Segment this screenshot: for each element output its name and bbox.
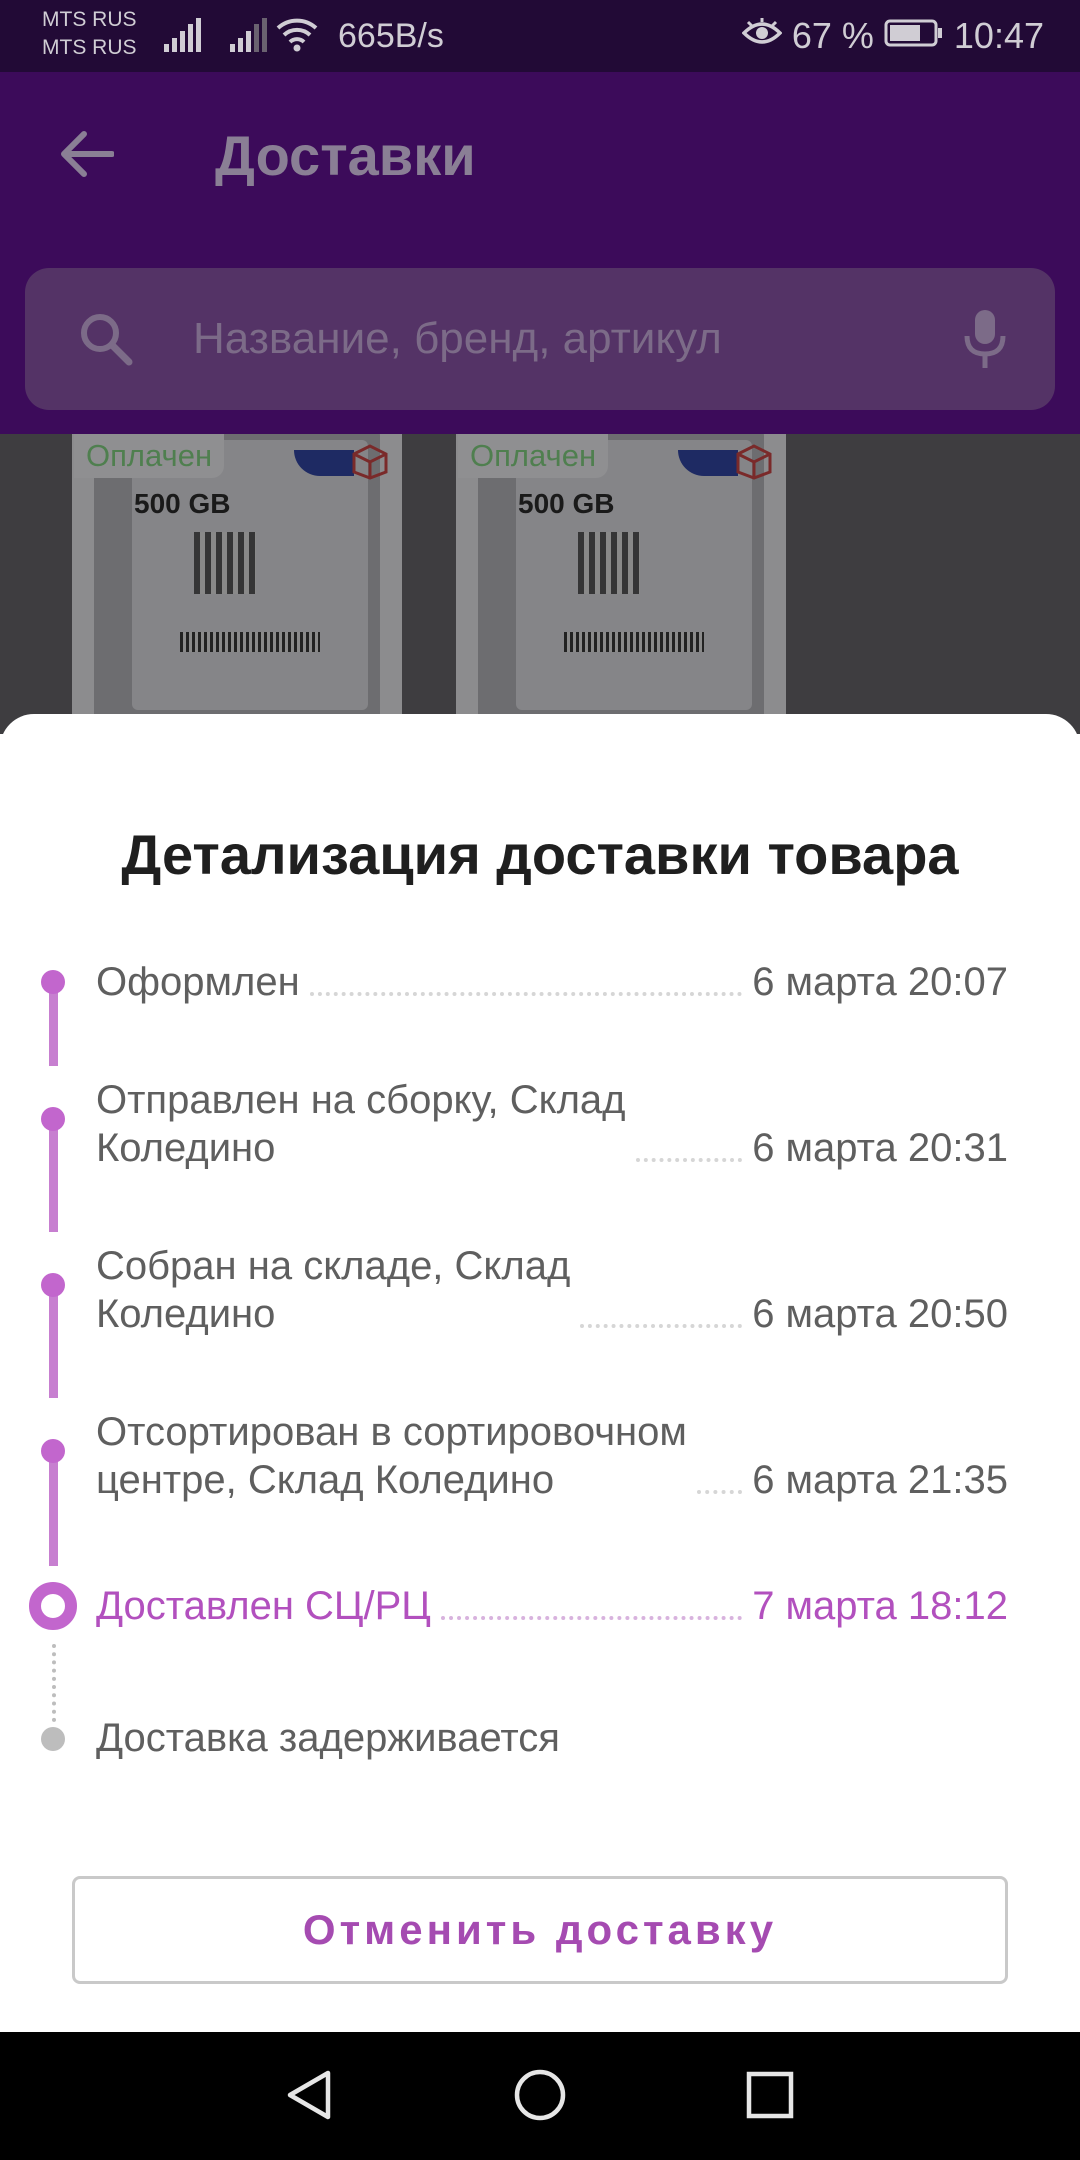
step-label: Собран на складе, Склад Коледино — [96, 1244, 571, 1336]
page-title: Доставки — [215, 124, 476, 187]
system-nav-bar — [0, 2032, 1080, 2160]
search-input[interactable]: Название, бренд, артикул — [25, 268, 1055, 410]
timeline-step-pending: Доставка задерживается — [96, 1714, 1008, 1762]
sheet-title: Детализация доставки товара — [121, 823, 959, 886]
timeline-connector — [49, 1452, 58, 1566]
timeline-dot-current — [29, 1582, 77, 1630]
step-label: Оформлен — [96, 960, 300, 1004]
carrier-labels: MTS RUS MTS RUS — [42, 6, 137, 62]
step-time: 6 марта 20:50 — [752, 1292, 1008, 1336]
timeline-connector-pending — [52, 1644, 56, 1722]
arrow-left-icon — [58, 130, 115, 183]
step-time: 6 марта 20:31 — [752, 1126, 1008, 1170]
package-icon — [348, 440, 392, 485]
delivery-details-sheet: Детализация доставки товара Оформлен 6 м… — [0, 714, 1080, 2032]
timeline-dot-pending — [41, 1727, 65, 1751]
product-capacity: 500 GB — [134, 488, 231, 519]
wifi-icon — [276, 16, 318, 52]
status-badge: Оплачен — [74, 434, 225, 478]
recents-square-icon — [745, 2070, 795, 2125]
timeline-connector — [49, 1120, 58, 1232]
clock: 10:47 — [953, 15, 1044, 56]
network-speed: 665B/s — [338, 17, 444, 55]
battery-percent: 67 % — [791, 15, 874, 56]
step-label: Доставлен СЦ/РЦ — [96, 1584, 431, 1628]
timeline-step: Отсортирован в сортировочном центре, Скл… — [96, 1408, 1008, 1504]
product-card[interactable]: 500 GB Оплачен — [456, 434, 786, 734]
home-circle-icon — [513, 2068, 567, 2127]
nav-recents-button[interactable] — [735, 2062, 805, 2132]
signal-icon-2 — [230, 18, 270, 52]
step-time: 7 марта 18:12 — [752, 1584, 1008, 1628]
microphone-icon[interactable] — [963, 308, 1007, 375]
product-capacity: 500 GB — [518, 488, 615, 519]
app-header: Доставки Название, бренд, артикул — [0, 72, 1080, 434]
status-badge: Оплачен — [458, 434, 609, 478]
step-label: Доставка задерживается — [96, 1716, 560, 1760]
timeline-step: Собран на складе, Склад Коледино 6 марта… — [96, 1242, 1008, 1338]
timeline-step-current: Доставлен СЦ/РЦ 7 марта 18:12 — [96, 1582, 1008, 1630]
search-placeholder: Название, бренд, артикул — [193, 314, 722, 363]
product-card[interactable]: 500 GB Оплачен — [72, 434, 402, 734]
timeline-dot — [41, 1439, 65, 1463]
timeline-dot — [41, 1107, 65, 1131]
product-image: 500 GB — [478, 434, 764, 734]
product-image: 500 GB — [94, 434, 380, 734]
status-bar: MTS RUS MTS RUS 665B/s 67 % 10:47 — [0, 0, 1080, 72]
step-label: Отправлен на сборку, Склад Коледино — [96, 1078, 626, 1170]
package-icon — [732, 440, 776, 485]
nav-back-button[interactable] — [274, 2062, 344, 2132]
timeline-step: Оформлен 6 марта 20:07 — [96, 958, 1008, 1006]
step-time: 6 марта 21:35 — [752, 1458, 1008, 1502]
carrier-1: MTS RUS — [42, 8, 137, 31]
battery-icon — [884, 15, 944, 57]
orders-list: 500 GB Оплачен 500 GB Оплачен — [0, 434, 1080, 734]
step-label: Отсортирован в сортировочном центре, Скл… — [96, 1410, 687, 1502]
timeline-step: Отправлен на сборку, Склад Коледино 6 ма… — [96, 1076, 1008, 1172]
cancel-delivery-button[interactable]: Отменить доставку — [72, 1876, 1008, 1984]
nav-home-button[interactable] — [505, 2062, 575, 2132]
timeline-dot — [41, 1273, 65, 1297]
back-triangle-icon — [284, 2069, 334, 2126]
timeline-dot — [41, 970, 65, 994]
eye-comfort-icon — [741, 15, 783, 57]
timeline-connector — [49, 1286, 58, 1398]
back-button[interactable] — [54, 124, 118, 188]
carrier-2: MTS RUS — [42, 36, 137, 59]
search-icon — [77, 310, 135, 373]
step-time: 6 марта 20:07 — [752, 960, 1008, 1004]
timeline-connector — [49, 982, 58, 1066]
signal-icon — [164, 18, 204, 52]
